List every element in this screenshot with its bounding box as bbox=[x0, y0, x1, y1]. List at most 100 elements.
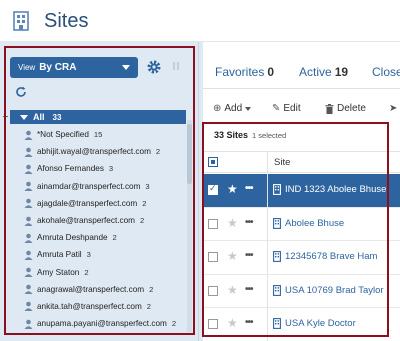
tree-item[interactable]: ankita.tah@transperfect.com 2 bbox=[24, 298, 190, 315]
tree-item-count: 2 bbox=[84, 267, 89, 277]
tree-item[interactable]: Amy Staton 2 bbox=[24, 264, 190, 281]
row-checkbox[interactable] bbox=[208, 319, 218, 329]
tree-item-count: 2 bbox=[155, 147, 161, 157]
column-divider bbox=[267, 274, 268, 308]
tree-item-count: 15 bbox=[93, 130, 103, 140]
tree-item[interactable]: akohale@transperfect.com 2 bbox=[24, 212, 190, 229]
table-row[interactable]: ★ ••• 12345678 Brave Ham bbox=[203, 241, 400, 275]
column-divider bbox=[267, 308, 268, 341]
star-icon[interactable]: ★ bbox=[227, 216, 238, 230]
scrollbar-thumb[interactable] bbox=[187, 124, 192, 184]
star-icon[interactable]: ★ bbox=[227, 283, 238, 297]
view-value: By CRA bbox=[39, 62, 77, 73]
more-options-icon[interactable]: ••• bbox=[245, 183, 253, 194]
person-icon bbox=[24, 319, 33, 329]
edit-button[interactable]: ✎ Edit bbox=[272, 103, 301, 114]
delete-button[interactable]: Delete bbox=[325, 103, 366, 114]
tree-item[interactable]: *Not Specified 15 bbox=[24, 126, 190, 143]
send-icon: ➤ bbox=[389, 103, 398, 114]
tree-item-count: 2 bbox=[146, 301, 152, 311]
building-icon bbox=[273, 251, 281, 262]
row-checkbox[interactable] bbox=[208, 183, 218, 195]
person-icon bbox=[24, 147, 33, 157]
send-button[interactable]: ➤ bbox=[389, 103, 400, 114]
star-icon[interactable]: ★ bbox=[227, 249, 238, 263]
column-divider bbox=[267, 241, 268, 274]
building-icon bbox=[273, 217, 281, 229]
column-divider bbox=[267, 152, 268, 174]
tree-root-count: 33 bbox=[52, 112, 62, 122]
cra-list: *Not Specified 15 abhijit.wayal@transperf… bbox=[24, 126, 190, 332]
tree-item[interactable]: abhijit.wayal@transperfect.com 2 bbox=[24, 143, 190, 160]
tree-item-count: 2 bbox=[142, 198, 147, 208]
trash-icon bbox=[325, 103, 334, 114]
site-total: 33 Sites bbox=[214, 130, 249, 140]
person-icon bbox=[24, 130, 33, 140]
site-link[interactable]: USA Kyle Doctor bbox=[273, 318, 356, 329]
site-name: Abolee Bhuse bbox=[285, 217, 345, 229]
tree-item-count: 2 bbox=[171, 319, 177, 329]
site-link[interactable]: Abolee Bhuse bbox=[273, 218, 344, 229]
more-options-icon[interactable]: ••• bbox=[245, 317, 253, 328]
site-link[interactable]: IND 1323 Abolee Bhuse bbox=[273, 184, 386, 195]
row-checkbox[interactable] bbox=[208, 285, 218, 296]
person-icon bbox=[24, 164, 33, 174]
gear-icon[interactable] bbox=[146, 59, 162, 75]
tree-item-label: ajagdale@transperfect.com bbox=[37, 198, 138, 208]
table-row[interactable]: ★ ••• Abolee Bhuse bbox=[203, 207, 400, 241]
person-icon bbox=[24, 250, 33, 260]
refresh-icon[interactable] bbox=[15, 86, 27, 98]
tree-item[interactable]: anupama.payani@transperfect.com 2 bbox=[24, 315, 190, 332]
edit-label: Edit bbox=[283, 103, 301, 114]
column-header-site[interactable]: Site bbox=[274, 157, 290, 168]
table-row[interactable]: ★ ••• USA Kyle Doctor bbox=[203, 308, 400, 341]
table-row[interactable]: ★ ••• USA 10769 Brad Taylor bbox=[203, 274, 400, 308]
tree-item-label: Amruta Patil bbox=[37, 250, 82, 260]
tree-item[interactable]: ainamdar@transperfect.com 3 bbox=[24, 178, 190, 195]
more-options-icon[interactable]: ••• bbox=[245, 284, 253, 295]
sites-grid: ★ ••• IND 1323 Abolee Bhuse ★ ••• Abolee… bbox=[203, 174, 400, 341]
person-icon bbox=[24, 216, 33, 226]
tree-item[interactable]: Amruta Deshpande 2 bbox=[24, 229, 190, 246]
more-options-icon[interactable]: ••• bbox=[245, 250, 253, 261]
tree-item-label: Amy Staton bbox=[37, 267, 80, 277]
view-label: View bbox=[18, 63, 36, 72]
caret-down-icon bbox=[20, 114, 28, 120]
person-icon bbox=[24, 284, 33, 295]
pin-icon[interactable] bbox=[173, 62, 179, 70]
tab-closed[interactable]: Close bbox=[372, 65, 400, 79]
tree-item[interactable]: ajagdale@transperfect.com 2 bbox=[24, 195, 190, 212]
plus-circle-icon: ⊕ bbox=[213, 103, 222, 114]
tree-item[interactable]: Afonso Fernandes 3 bbox=[24, 160, 190, 177]
tree-item-label: Amruta Deshpande bbox=[37, 233, 108, 243]
tree-item-label: abhijit.wayal@transperfect.com bbox=[37, 147, 151, 157]
building-icon bbox=[273, 284, 281, 296]
person-icon bbox=[24, 267, 33, 278]
site-link[interactable]: 12345678 Brave Ham bbox=[273, 251, 377, 262]
tree-item-count: 3 bbox=[86, 250, 91, 260]
table-row[interactable]: ★ ••• IND 1323 Abolee Bhuse bbox=[203, 174, 400, 208]
tab-label: Close bbox=[372, 65, 400, 79]
tree-item-all[interactable]: All 33 bbox=[10, 110, 186, 124]
star-icon[interactable]: ★ bbox=[227, 316, 238, 330]
add-button[interactable]: ⊕ Add bbox=[213, 103, 252, 114]
grid-toolbar: ⊕ Add ✎ Edit Delete ➤ bbox=[203, 98, 400, 120]
tree-item[interactable]: Amruta Patil 3 bbox=[24, 246, 190, 263]
tab-active[interactable]: Active 19 bbox=[299, 65, 348, 79]
star-icon[interactable]: ★ bbox=[227, 182, 238, 196]
row-checkbox[interactable] bbox=[208, 218, 218, 229]
page-title: Sites bbox=[44, 10, 89, 32]
row-checkbox[interactable] bbox=[208, 252, 218, 262]
tree-item[interactable]: anagrawal@transperfect.com 2 bbox=[24, 281, 190, 298]
person-icon bbox=[24, 181, 33, 192]
site-link[interactable]: USA 10769 Brad Taylor bbox=[273, 285, 384, 296]
more-options-icon[interactable]: ••• bbox=[245, 217, 253, 228]
tab-label: Active bbox=[299, 65, 332, 79]
tree-item-label: anagrawal@transperfect.com bbox=[37, 284, 145, 294]
select-all-checkbox[interactable] bbox=[208, 157, 218, 167]
selected-count: 1 selected bbox=[252, 131, 287, 140]
pencil-icon: ✎ bbox=[272, 103, 281, 114]
tab-favorites[interactable]: Favorites 0 bbox=[215, 65, 274, 79]
view-by-dropdown[interactable]: View By CRA bbox=[10, 57, 138, 78]
column-divider bbox=[267, 207, 268, 241]
